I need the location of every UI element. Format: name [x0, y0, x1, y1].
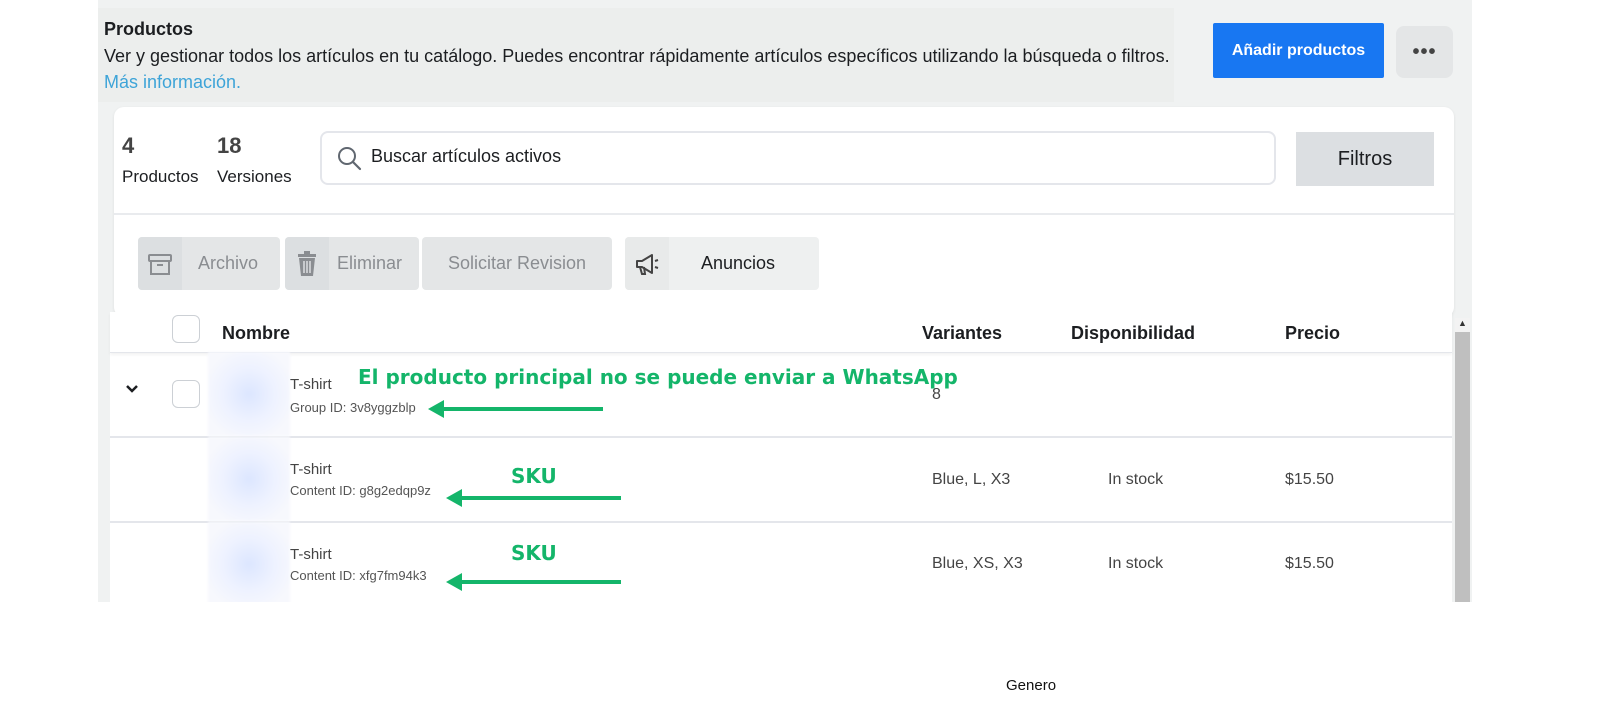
delete-button[interactable]: Eliminar: [285, 237, 419, 290]
add-products-button[interactable]: Añadir productos: [1213, 23, 1384, 78]
chevron-down-icon[interactable]: [124, 382, 140, 400]
description-text: Ver y gestionar todos los artículos en t…: [104, 46, 1170, 66]
delete-label: Eliminar: [337, 253, 403, 273]
table-row[interactable]: T-shirt Content ID: g8g2edqp9z Blue, L, …: [110, 437, 1452, 523]
more-options-button[interactable]: •••: [1396, 26, 1453, 78]
column-availability[interactable]: Disponibilidad: [1071, 323, 1195, 344]
archive-icon: [138, 237, 182, 290]
availability-cell: In stock: [1108, 471, 1164, 488]
product-id: Content ID: xfg7fm94k3: [290, 568, 427, 583]
search-placeholder: Buscar artículos activos: [371, 146, 562, 166]
arrow-icon: [446, 489, 621, 507]
page-title: Productos: [104, 19, 194, 39]
products-table: Nombre Variantes Disponibilidad Precio T…: [110, 312, 1452, 602]
search-input[interactable]: Buscar artículos activos: [320, 131, 1276, 185]
catalog-toolbar-card: 4 Productos 18 Versiones Buscar artículo…: [114, 107, 1454, 317]
price-cell: $15.50: [1285, 471, 1334, 488]
column-price[interactable]: Precio: [1285, 323, 1340, 344]
variants-cell: Blue, XS, X3: [932, 555, 1023, 572]
ads-button[interactable]: Anuncios: [625, 237, 819, 290]
page-description: Ver y gestionar todos los artículos en t…: [104, 43, 1172, 95]
megaphone-icon: [625, 237, 669, 290]
product-image: [208, 437, 290, 521]
product-id: Group ID: 3v8yggzblp: [290, 400, 416, 415]
products-stat: 4 Productos: [122, 133, 199, 187]
versions-stat: 18 Versiones: [217, 133, 292, 187]
archive-button[interactable]: Archivo: [138, 237, 280, 290]
products-count: 4: [122, 133, 135, 158]
toolbar-divider: [114, 213, 1454, 215]
price-cell: $15.50: [1285, 555, 1334, 572]
column-name[interactable]: Nombre: [222, 323, 290, 344]
filters-button[interactable]: Filtros: [1296, 132, 1434, 186]
row-checkbox[interactable]: [172, 380, 200, 408]
catalog-panel: Productos Ver y gestionar todos los artí…: [98, 0, 1472, 602]
column-variants[interactable]: Variantes: [922, 323, 1002, 344]
sku-annotation: SKU: [511, 541, 557, 565]
table-header: Nombre Variantes Disponibilidad Precio: [110, 312, 1452, 353]
product-name[interactable]: T-shirt: [290, 461, 332, 478]
arrow-icon: [446, 573, 621, 591]
versions-label: Versiones: [217, 167, 292, 186]
table-row[interactable]: T-shirt Content ID: xfg7fm94k3 Blue, XS,…: [110, 522, 1452, 602]
product-image: [208, 522, 290, 602]
request-review-button[interactable]: Solicitar Revision: [422, 237, 612, 290]
parent-product-annotation: El producto principal no se puede enviar…: [358, 365, 958, 389]
more-info-link[interactable]: Más información.: [104, 72, 241, 92]
arrow-icon: [428, 400, 603, 418]
sku-annotation: SKU: [511, 464, 557, 488]
archive-label: Archivo: [198, 253, 259, 273]
footer-label: Genero: [1006, 677, 1057, 694]
product-name[interactable]: T-shirt: [290, 546, 332, 563]
availability-cell: In stock: [1108, 555, 1164, 572]
products-label: Productos: [122, 167, 199, 186]
product-image: [208, 352, 290, 436]
variants-cell: Blue, L, X3: [932, 471, 1011, 488]
scroll-up-icon[interactable]: ▲: [1458, 318, 1467, 328]
product-id: Content ID: g8g2edqp9z: [290, 483, 431, 498]
scrollbar-thumb[interactable]: [1455, 332, 1470, 602]
select-all-checkbox[interactable]: [172, 315, 200, 343]
trash-icon: [285, 237, 329, 290]
table-scrollbar[interactable]: ▲: [1455, 318, 1470, 602]
ads-label: Anuncios: [701, 253, 776, 273]
search-icon: [336, 145, 362, 176]
product-name[interactable]: T-shirt: [290, 376, 332, 393]
versions-count: 18: [217, 133, 242, 158]
